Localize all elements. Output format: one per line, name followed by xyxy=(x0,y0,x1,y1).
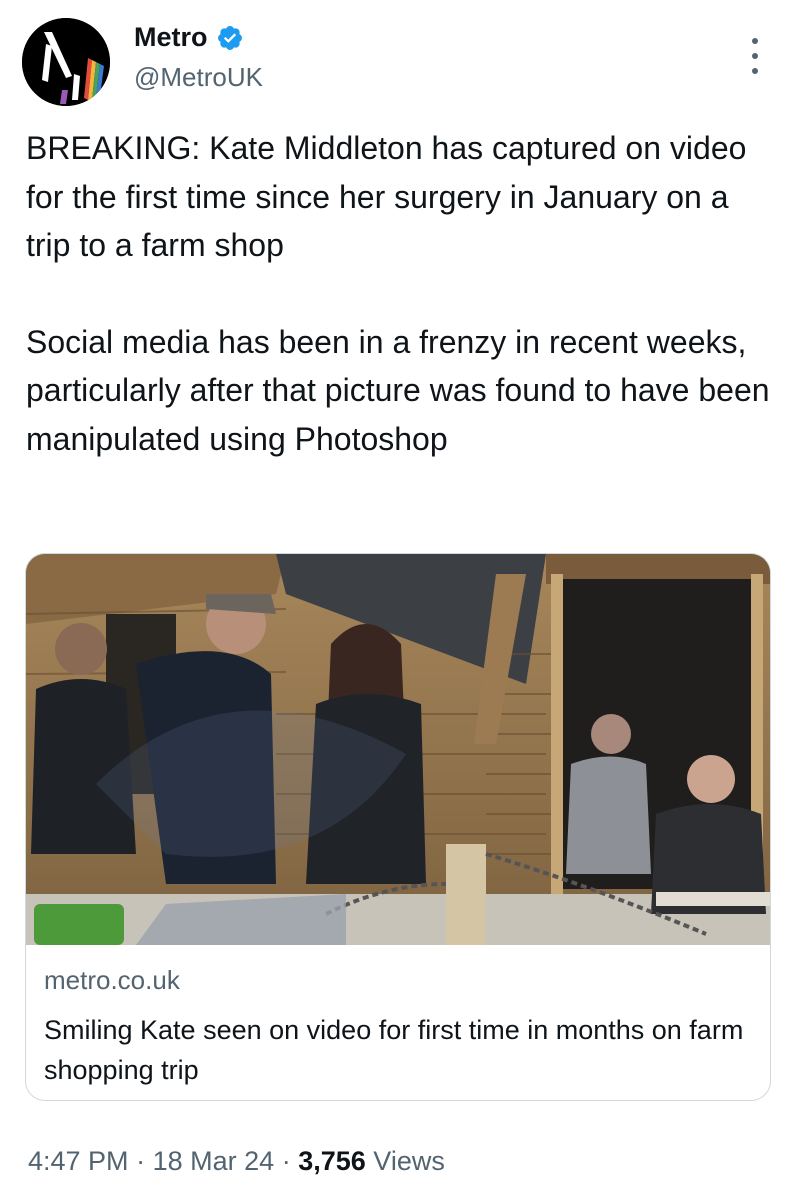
avatar[interactable] xyxy=(22,18,110,106)
verified-badge-icon xyxy=(217,25,242,50)
metro-logo-icon xyxy=(22,18,110,106)
views-count: 3,756 xyxy=(298,1146,366,1176)
meta-separator: · xyxy=(281,1146,291,1176)
tweet-time[interactable]: 4:47 PM xyxy=(28,1146,129,1176)
more-dot xyxy=(752,53,758,59)
card-title: Smiling Kate seen on video for first tim… xyxy=(44,1015,744,1085)
display-name[interactable]: Metro xyxy=(134,22,208,53)
tweet-paragraph: BREAKING: Kate Middleton has captured on… xyxy=(26,130,747,263)
tweet-paragraph: Social media has been in a frenzy in rec… xyxy=(26,323,770,457)
more-options-icon[interactable] xyxy=(740,38,770,74)
link-card[interactable]: metro.co.uk Smiling Kate seen on video f… xyxy=(25,553,771,1101)
views-label: Views xyxy=(373,1146,445,1176)
more-dot xyxy=(752,38,758,44)
tweet-meta: 4:47 PM · 18 Mar 24 · 3,756 Views xyxy=(28,1146,445,1177)
name-row: Metro xyxy=(134,22,244,53)
card-domain: metro.co.uk xyxy=(44,965,180,995)
farm-shop-photo xyxy=(26,554,770,945)
meta-separator: · xyxy=(136,1146,146,1176)
tweet-date[interactable]: 18 Mar 24 xyxy=(153,1146,275,1176)
tweet-text: BREAKING: Kate Middleton has captured on… xyxy=(26,124,771,463)
more-dot xyxy=(752,68,758,74)
account-handle[interactable]: @MetroUK xyxy=(134,62,263,93)
